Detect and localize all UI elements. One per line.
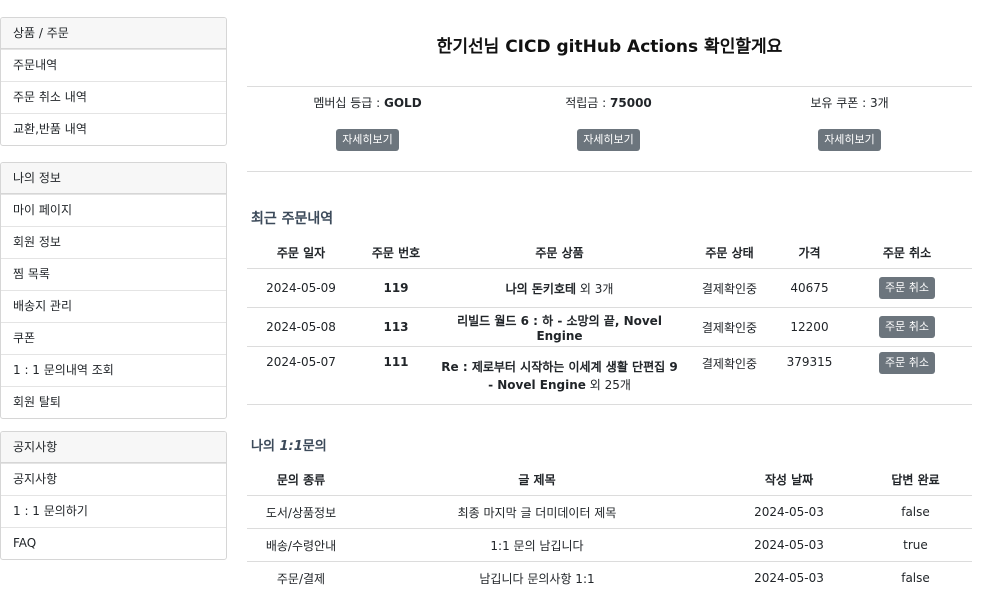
inquiry-type: 배송/수령안내 xyxy=(247,529,355,562)
order-price: 40675 xyxy=(777,269,842,308)
points-label: 적립금 : xyxy=(565,96,610,110)
inquiries-title-prefix: 나의 xyxy=(251,439,279,454)
sidebar-card-my-info: 나의 정보 마이 페이지 회원 정보 찜 목록 배송지 관리 쿠폰 1 : 1 … xyxy=(0,162,227,419)
sidebar-card-notices: 공지사항 공지사항 1 : 1 문의하기 FAQ xyxy=(0,431,227,560)
inquiry-date: 2024-05-03 xyxy=(719,496,859,529)
order-date: 2024-05-07 xyxy=(247,347,355,405)
order-status: 결제확인중 xyxy=(682,347,777,405)
table-header-row: 문의 종류 글 제목 작성 날짜 답변 완료 xyxy=(247,463,972,496)
membership-grade: GOLD xyxy=(384,96,422,110)
recent-orders-title: 최근 주문내역 xyxy=(251,208,333,228)
coupon-summary: 보유 쿠폰 : 3개 자세히보기 xyxy=(729,96,970,151)
inquiry-subject[interactable]: 남깁니다 문의사항 1:1 xyxy=(355,562,719,594)
order-cancel-cell: 주문 취소 xyxy=(842,269,972,308)
table-row[interactable]: 도서/상품정보 최종 마지막 글 더미데이터 제목 2024-05-03 fal… xyxy=(247,496,972,529)
column-header: 답변 완료 xyxy=(859,463,972,496)
membership-text: 멤버십 등급 : GOLD xyxy=(247,96,488,110)
column-header: 문의 종류 xyxy=(247,463,355,496)
column-header: 주문 상품 xyxy=(437,236,682,269)
sidebar-header-notices: 공지사항 xyxy=(1,432,226,463)
points-details-button[interactable]: 자세히보기 xyxy=(577,129,640,151)
column-header: 글 제목 xyxy=(355,463,719,496)
sidebar-item-orders[interactable]: 주문내역 xyxy=(1,49,226,81)
sidebar-item-cancel-history[interactable]: 주문 취소 내역 xyxy=(1,81,226,113)
inquiry-answered: true xyxy=(859,529,972,562)
order-product: 나의 돈키호테 외 3개 xyxy=(437,269,682,308)
sidebar-item-inquiry[interactable]: 1 : 1 문의하기 xyxy=(1,495,226,527)
product-link[interactable]: Re : 제로부터 시작하는 이세계 생활 단편집 9 - Novel Engi… xyxy=(441,360,677,392)
inquiries-table: 문의 종류 글 제목 작성 날짜 답변 완료 도서/상품정보 최종 마지막 글 … xyxy=(247,463,972,594)
inquiries-title-em: 1:1 xyxy=(279,439,302,454)
column-header: 주문 상태 xyxy=(682,236,777,269)
sidebar-item-member-info[interactable]: 회원 정보 xyxy=(1,226,226,258)
column-header: 주문 번호 xyxy=(355,236,437,269)
sidebar-item-coupons[interactable]: 쿠폰 xyxy=(1,322,226,354)
cancel-order-button[interactable]: 주문 취소 xyxy=(879,316,935,338)
table-row: 2024-05-09 119 나의 돈키호테 외 3개 결제확인중 40675 … xyxy=(247,269,972,308)
sidebar-header-my-info: 나의 정보 xyxy=(1,163,226,194)
sidebar-item-inquiry-history[interactable]: 1 : 1 문의내역 조회 xyxy=(1,354,226,386)
sidebar-item-addresses[interactable]: 배송지 관리 xyxy=(1,290,226,322)
table-row: 2024-05-08 113 리빌드 월드 6 : 하 - 소망의 끝, Nov… xyxy=(247,308,972,347)
order-status: 결제확인중 xyxy=(682,308,777,347)
product-link[interactable]: 나의 돈키호테 xyxy=(506,282,576,296)
order-number: 119 xyxy=(355,269,437,308)
page-title: 한기선님 CICD gitHub Actions 확인할게요 xyxy=(247,32,972,57)
product-link[interactable]: 리빌드 월드 6 : 하 - 소망의 끝, Novel Engine xyxy=(457,314,662,343)
sidebar-item-wishlist[interactable]: 찜 목록 xyxy=(1,258,226,290)
order-date: 2024-05-08 xyxy=(247,308,355,347)
column-header: 주문 일자 xyxy=(247,236,355,269)
sidebar-item-faq[interactable]: FAQ xyxy=(1,527,226,559)
inquiry-date: 2024-05-03 xyxy=(719,562,859,594)
order-cancel-cell: 주문 취소 xyxy=(842,347,972,405)
table-row: 2024-05-07 111 Re : 제로부터 시작하는 이세계 생활 단편집… xyxy=(247,347,972,405)
sidebar-item-exchange-return[interactable]: 교환,반품 내역 xyxy=(1,113,226,145)
inquiry-subject[interactable]: 1:1 문의 남깁니다 xyxy=(355,529,719,562)
table-row[interactable]: 배송/수령안내 1:1 문의 남깁니다 2024-05-03 true xyxy=(247,529,972,562)
inquiry-answered: false xyxy=(859,496,972,529)
sidebar-item-my-page[interactable]: 마이 페이지 xyxy=(1,194,226,226)
sidebar-header-products-orders: 상품 / 주문 xyxy=(1,18,226,49)
points-value: 75000 xyxy=(610,96,652,110)
sidebar-card-products-orders: 상품 / 주문 주문내역 주문 취소 내역 교환,반품 내역 xyxy=(0,17,227,146)
inquiry-subject[interactable]: 최종 마지막 글 더미데이터 제목 xyxy=(355,496,719,529)
table-header-row: 주문 일자 주문 번호 주문 상품 주문 상태 가격 주문 취소 xyxy=(247,236,972,269)
inquiry-type: 도서/상품정보 xyxy=(247,496,355,529)
order-price: 379315 xyxy=(777,347,842,405)
table-row[interactable]: 주문/결제 남깁니다 문의사항 1:1 2024-05-03 false xyxy=(247,562,972,594)
membership-label: 멤버십 등급 : xyxy=(313,96,384,110)
order-cancel-cell: 주문 취소 xyxy=(842,308,972,347)
order-status: 결제확인중 xyxy=(682,269,777,308)
inquiries-title-suffix: 문의 xyxy=(303,439,327,454)
divider xyxy=(247,86,972,87)
order-number: 111 xyxy=(355,347,437,405)
order-product: Re : 제로부터 시작하는 이세계 생활 단편집 9 - Novel Engi… xyxy=(437,347,682,405)
divider xyxy=(247,171,972,172)
recent-orders-table: 주문 일자 주문 번호 주문 상품 주문 상태 가격 주문 취소 2024-05… xyxy=(247,236,972,405)
membership-details-button[interactable]: 자세히보기 xyxy=(336,129,399,151)
order-number: 113 xyxy=(355,308,437,347)
sidebar-item-notices[interactable]: 공지사항 xyxy=(1,463,226,495)
inquiry-answered: false xyxy=(859,562,972,594)
cancel-order-button[interactable]: 주문 취소 xyxy=(879,352,935,374)
order-price: 12200 xyxy=(777,308,842,347)
coupon-text: 보유 쿠폰 : 3개 xyxy=(729,96,970,110)
coupon-details-button[interactable]: 자세히보기 xyxy=(818,129,881,151)
membership-summary: 멤버십 등급 : GOLD 자세히보기 xyxy=(247,96,488,151)
order-product: 리빌드 월드 6 : 하 - 소망의 끝, Novel Engine xyxy=(437,308,682,347)
cancel-order-button[interactable]: 주문 취소 xyxy=(879,277,935,299)
column-header: 가격 xyxy=(777,236,842,269)
product-count: 외 3개 xyxy=(576,282,613,296)
sidebar-item-withdraw[interactable]: 회원 탈퇴 xyxy=(1,386,226,418)
column-header: 작성 날짜 xyxy=(719,463,859,496)
product-count: 외 25개 xyxy=(586,378,631,392)
inquiries-title: 나의 1:1문의 xyxy=(251,435,327,454)
points-summary: 적립금 : 75000 자세히보기 xyxy=(488,96,729,151)
points-text: 적립금 : 75000 xyxy=(488,96,729,110)
inquiry-type: 주문/결제 xyxy=(247,562,355,594)
inquiry-date: 2024-05-03 xyxy=(719,529,859,562)
order-date: 2024-05-09 xyxy=(247,269,355,308)
column-header: 주문 취소 xyxy=(842,236,972,269)
